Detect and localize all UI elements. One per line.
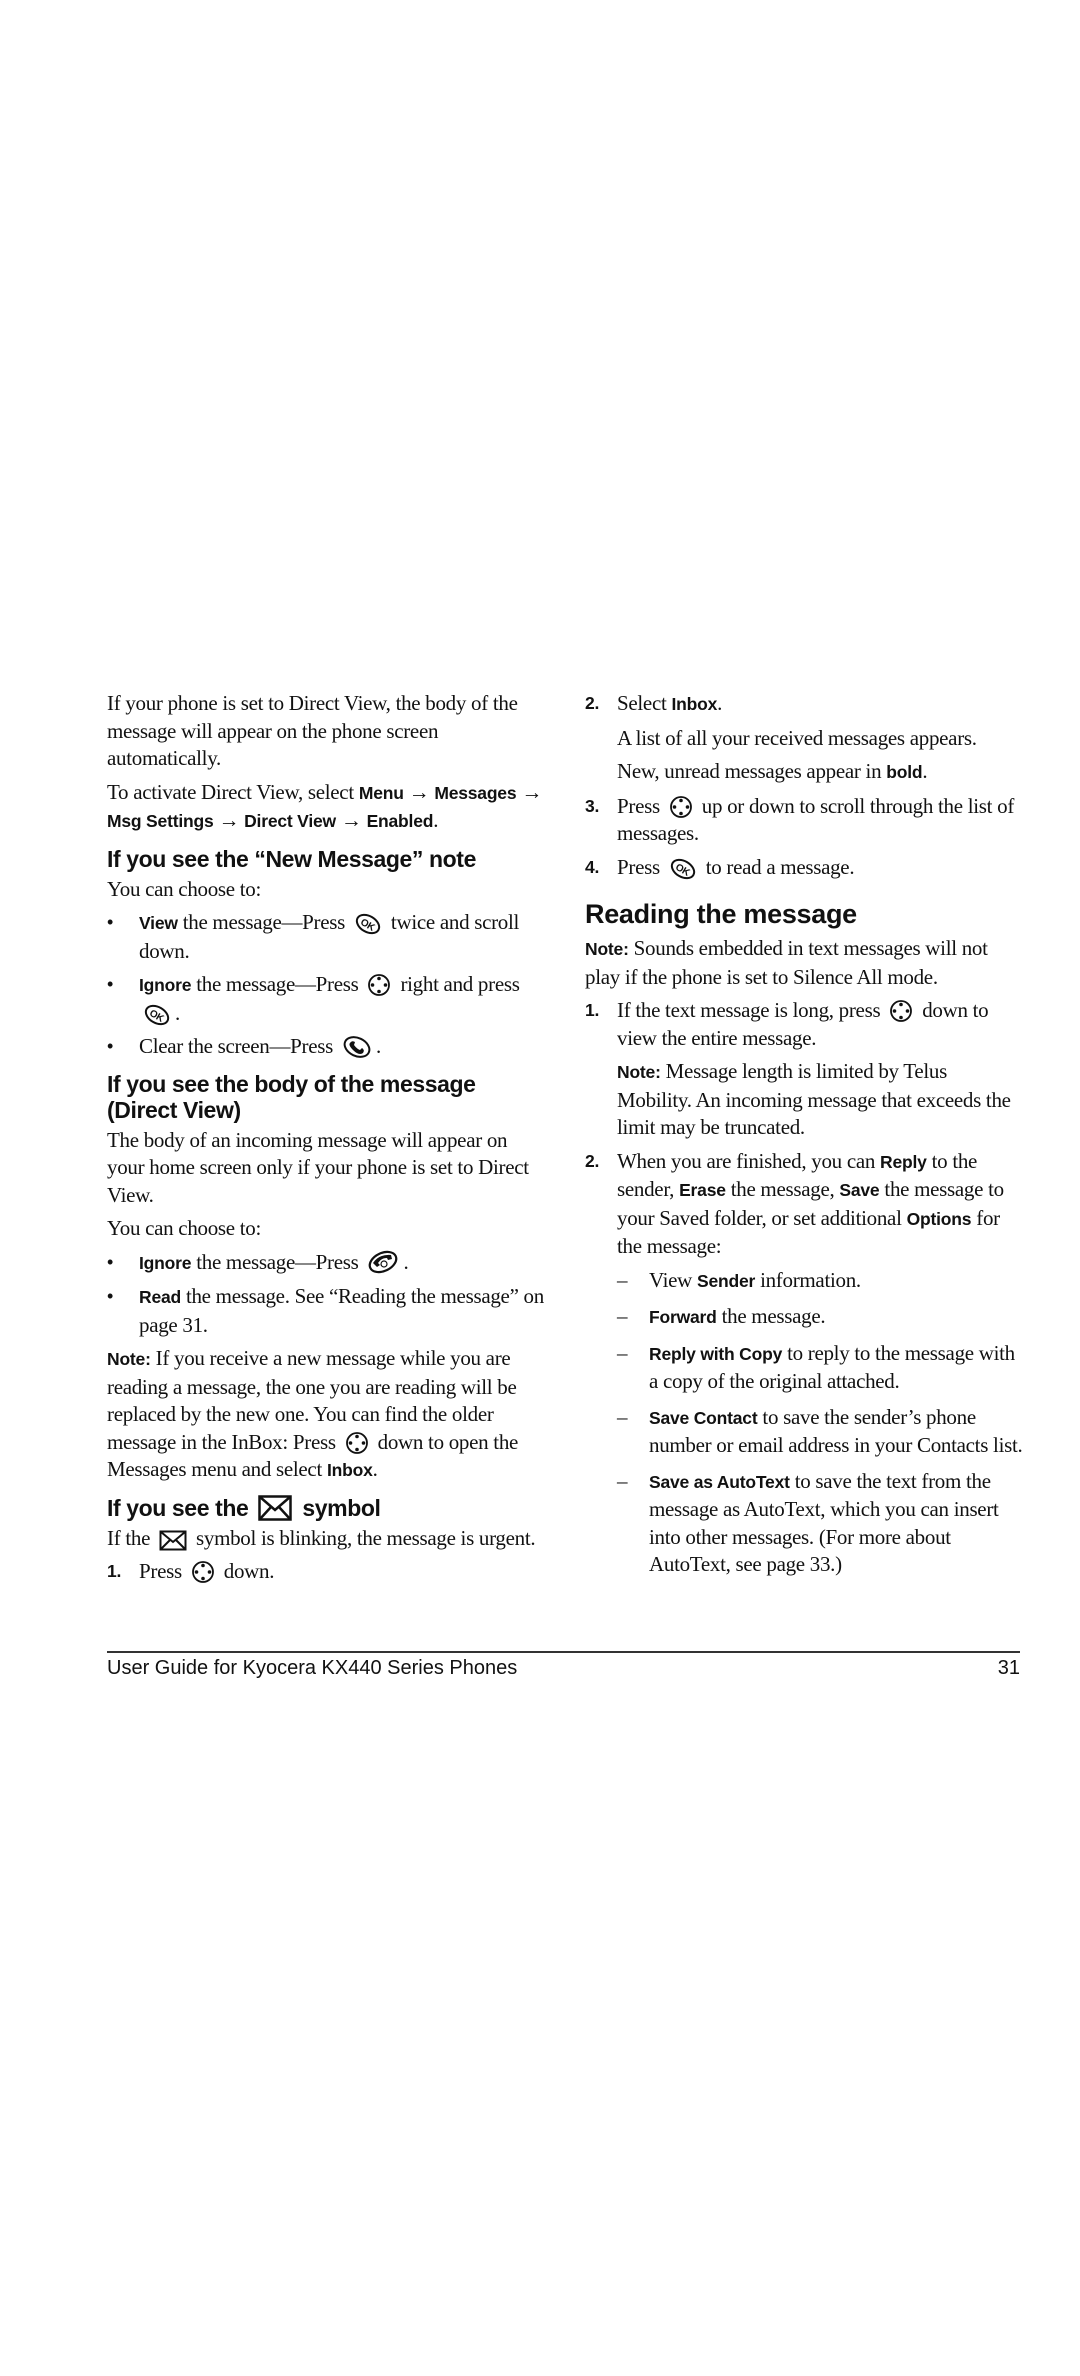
envelope-icon — [258, 1494, 293, 1521]
step-sub-text: A list of all your received messages app… — [617, 725, 977, 750]
bullet-item: • View the message—Press OK twice and sc… — [107, 910, 520, 963]
option-item: – View Sender information. — [617, 1267, 861, 1292]
note-new-message: Note: If you receive a new message while… — [107, 1346, 519, 1481]
ok-key-icon: OK — [354, 913, 382, 935]
step-item: 2. Select Inbox. — [585, 691, 723, 715]
menu-path-msg-settings: Msg Settings — [107, 811, 214, 831]
activate-direct-view-paragraph: To activate Direct View, select Menu → M… — [107, 779, 543, 833]
arrow: → — [408, 779, 430, 804]
envelope-icon — [159, 1530, 187, 1551]
menu-path-menu: Menu — [358, 782, 404, 803]
left-column: If your phone is set to Direct View, the… — [107, 690, 547, 1592]
menu-path-enabled: Enabled — [366, 811, 434, 831]
bullet-mark: • — [107, 974, 114, 994]
heading-body-direct-view: If you see the body of the message (Dire… — [107, 1070, 476, 1123]
manual-page: If your phone is set to Direct View, the… — [0, 0, 1080, 2376]
navigation-key-icon — [345, 1431, 369, 1455]
footer-title: User Guide for Kyocera KX440 Series Phon… — [107, 1657, 518, 1679]
heading-reading-the-message: Reading the message — [585, 899, 857, 929]
bullet-item: • Ignore the message—Press right and pre… — [107, 971, 547, 1027]
ok-key-icon: OK — [669, 858, 697, 880]
envelope-blinking-text: If the symbol is blinking, the message i… — [107, 1525, 536, 1551]
footer-rule — [107, 1651, 1020, 1653]
heading-new-message-note: If you see the “New Message” note — [107, 845, 476, 872]
right-column: 2. Select Inbox. A list of all your rece… — [585, 690, 1025, 1587]
bullet-item: • Read the message. See “Reading the mes… — [107, 1284, 544, 1337]
bullet-item: • Ignore the message—Press . — [107, 1249, 547, 1278]
direct-view-body: The body of an incoming message will app… — [107, 1127, 529, 1207]
bullet-mark: • — [107, 912, 114, 932]
option-item: – Forward the message. — [617, 1304, 826, 1328]
options-list: – View Sender information. – Forward the… — [585, 1267, 1025, 1579]
send-key-icon — [342, 1035, 372, 1059]
choose-lead: You can choose to: — [107, 1216, 262, 1240]
note-silence-all: Note: Sounds embedded in text messages w… — [585, 936, 988, 989]
bullet-mark: • — [107, 1251, 114, 1272]
option-item: – Reply with Copy to reply to the messag… — [617, 1340, 1015, 1394]
bullet-mark: • — [107, 1286, 114, 1306]
menu-path-direct-view: Direct View — [244, 811, 336, 831]
step-sub-text: New, unread messages appear in bold. — [617, 759, 928, 783]
page-number: 31 — [997, 1657, 1020, 1679]
navigation-key-icon — [191, 1560, 215, 1584]
navigation-key-icon — [889, 999, 913, 1023]
cross-reference-text: the message. See “Reading the message” o… — [139, 1284, 544, 1337]
menu-path-messages: Messages — [434, 782, 517, 803]
step-item: 3. Press up or down to scroll through th… — [585, 793, 1015, 846]
bullet-mark: • — [107, 1036, 114, 1056]
arrow: → — [340, 808, 362, 832]
navigation-key-icon — [367, 973, 391, 997]
ok-key-icon: OK — [143, 1004, 171, 1026]
choose-lead: You can choose to: — [107, 876, 262, 901]
step-item: 2. When you are finished, you can Reply … — [585, 1148, 1004, 1259]
bullet-item: • Clear the screen—Press . — [107, 1033, 547, 1061]
step-item: 1. Press down. — [107, 1559, 275, 1584]
end-key-icon — [367, 1249, 399, 1275]
option-item: – Save as AutoText to save the text from… — [617, 1468, 999, 1577]
note-message-length: Note: Message length is limited by Telus… — [617, 1059, 1011, 1139]
arrow: → — [521, 779, 543, 804]
navigation-key-icon — [669, 795, 693, 819]
step-item: 1. If the text message is long, press do… — [585, 998, 989, 1050]
arrow: → — [218, 808, 240, 832]
step-item: 4. Press OK to read a message. — [585, 854, 1025, 882]
option-item: – Save Contact to save the sender’s phon… — [617, 1404, 1023, 1458]
intro-paragraph: If your phone is set to Direct View, the… — [107, 691, 518, 770]
heading-envelope-symbol: If you see the symbol — [107, 1494, 381, 1521]
